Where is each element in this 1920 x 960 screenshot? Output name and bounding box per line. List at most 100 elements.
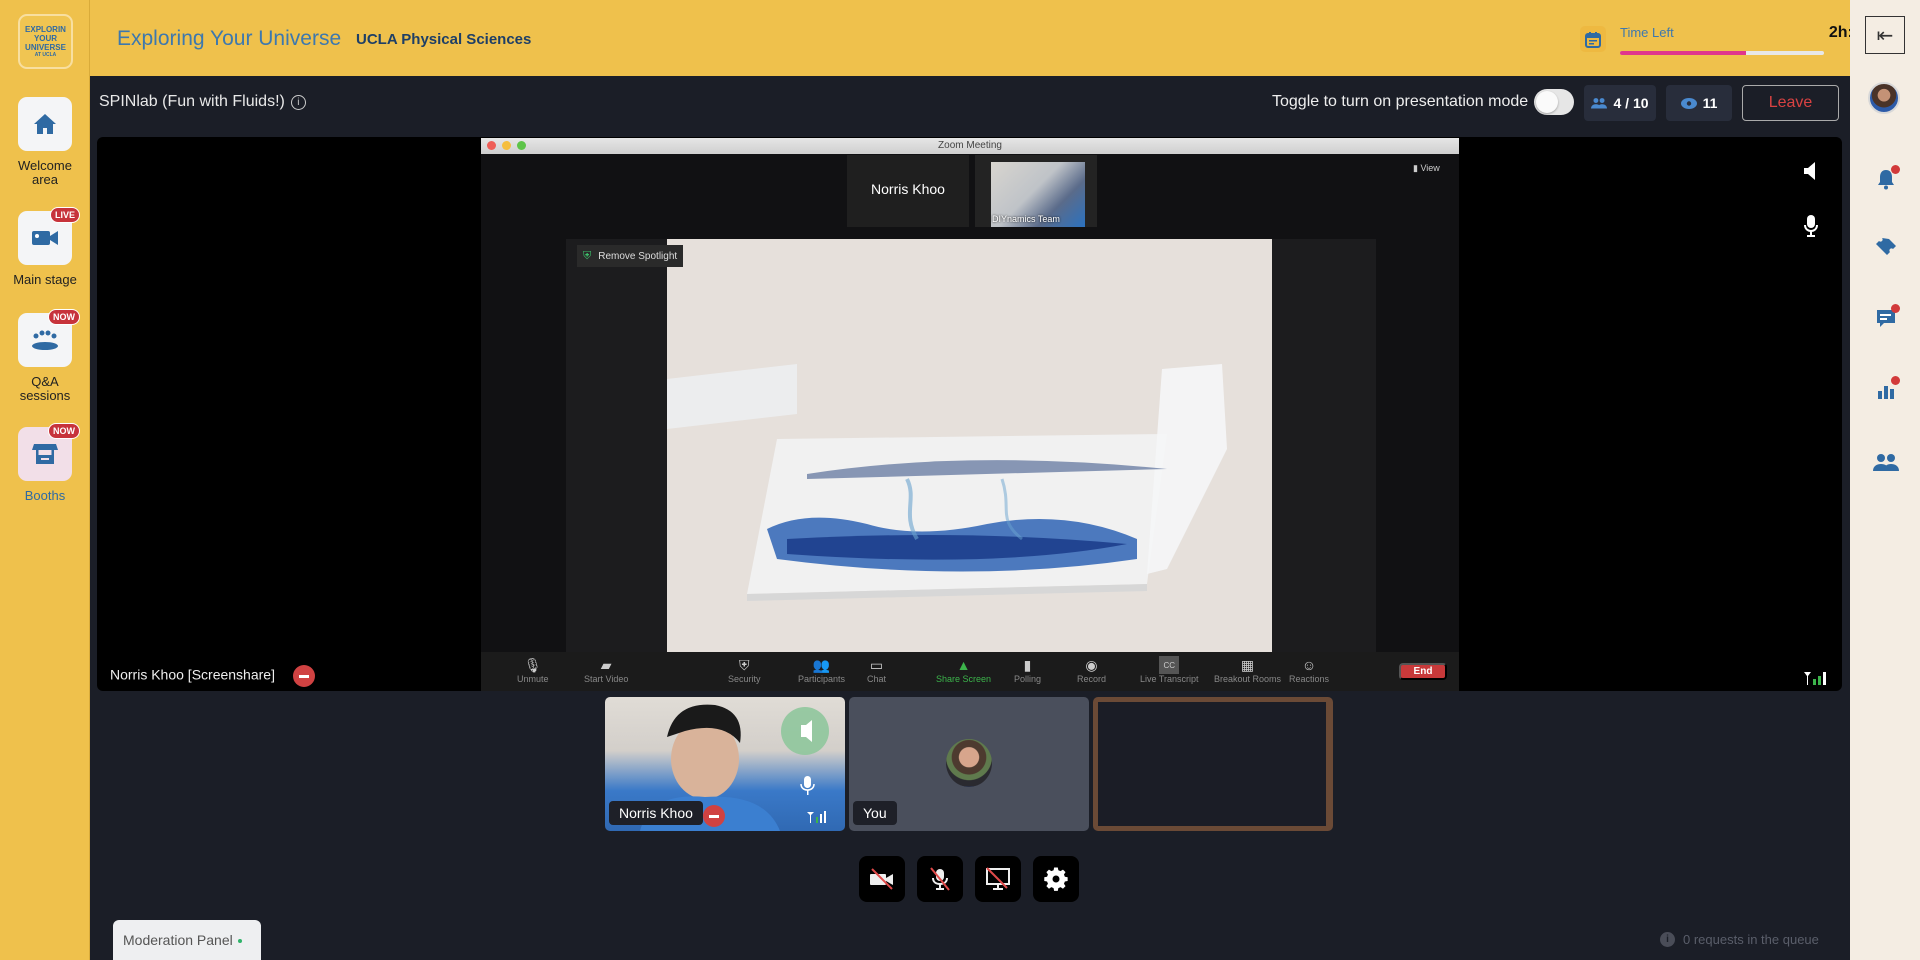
thumbnail-name: Norris Khoo bbox=[871, 181, 945, 197]
polls-button[interactable] bbox=[1872, 376, 1900, 404]
zoom-toolbar-start-video-button[interactable]: ▰ Start Video bbox=[584, 656, 629, 685]
attendees-value: 4 / 10 bbox=[1613, 95, 1649, 111]
remove-spotlight-button[interactable]: ⛨ Remove Spotlight bbox=[577, 245, 684, 267]
zoom-window-titlebar: Zoom Meeting bbox=[481, 138, 1459, 154]
participant-tile[interactable] bbox=[1093, 697, 1333, 831]
tickets-button[interactable] bbox=[1872, 232, 1900, 260]
moderation-panel-tab[interactable]: Moderation Panel bbox=[113, 920, 261, 960]
zoom-toolbar-record-button[interactable]: ◉ Record bbox=[1077, 656, 1106, 685]
window-controls bbox=[487, 141, 526, 150]
breakout-rooms-icon: ▦ bbox=[1240, 656, 1255, 673]
signal-strength bbox=[1804, 671, 1828, 690]
zoom-toolbar-polling-button[interactable]: ▮ Polling bbox=[1014, 656, 1042, 685]
right-rail: ⇤ bbox=[1850, 0, 1920, 960]
sidebar-item-box: NOW bbox=[18, 309, 80, 367]
participant-tile-self[interactable]: You bbox=[849, 697, 1089, 831]
zoom-toolbar-label: Start Video bbox=[584, 674, 629, 684]
mic-off-icon: 🎙 bbox=[523, 656, 542, 673]
mic-off-button[interactable] bbox=[917, 856, 963, 902]
sidebar-item-welcome-area[interactable]: Welcome area bbox=[0, 97, 90, 187]
mic-icon bbox=[1804, 215, 1818, 237]
time-left-progress-fill bbox=[1620, 51, 1747, 55]
sidebar-item-booths[interactable]: NOW Booths bbox=[0, 423, 90, 503]
zoom-toolbar-label: Breakout Rooms bbox=[1214, 674, 1282, 684]
zoom-toolbar-live-transcript-button[interactable]: CC Live Transcript bbox=[1140, 656, 1199, 684]
chat-icon: ▭ bbox=[869, 656, 884, 673]
screenshare-label: Norris Khoo [Screenshare] bbox=[110, 665, 315, 687]
sidebar-item-box: LIVE bbox=[18, 207, 80, 265]
info-icon: i bbox=[1660, 932, 1675, 947]
polling-icon: ▮ bbox=[1023, 656, 1032, 673]
presentation-mode-toggle[interactable] bbox=[1534, 89, 1574, 115]
leave-button[interactable]: Leave bbox=[1742, 85, 1839, 121]
speaker-icon bbox=[1804, 162, 1815, 180]
zoom-toolbar-label: Polling bbox=[1014, 674, 1042, 684]
cc-icon: CC bbox=[1159, 656, 1180, 674]
zoom-meeting-window: Zoom Meeting Norris Khoo DIYnamics Team … bbox=[481, 138, 1459, 691]
participant-avatar bbox=[946, 739, 992, 787]
people-button[interactable] bbox=[1872, 448, 1900, 476]
logo-sub: AT UCLA bbox=[34, 52, 57, 58]
notifications-button[interactable] bbox=[1872, 165, 1900, 193]
zoom-toolbar-breakout-rooms-button[interactable]: ▦ Breakout Rooms bbox=[1214, 656, 1282, 685]
left-sidebar: EXPLORIN YOUR UNIVERSE AT UCLA Welcome ar… bbox=[0, 0, 90, 960]
speaker-button[interactable] bbox=[1802, 161, 1816, 186]
settings-button[interactable] bbox=[1033, 856, 1079, 902]
record-icon: ◉ bbox=[1085, 656, 1098, 673]
zoom-toolbar-label: Security bbox=[728, 674, 761, 684]
booth-icon bbox=[32, 444, 58, 464]
close-dot bbox=[487, 141, 496, 150]
participant-tile[interactable]: Norris Khoo bbox=[605, 697, 845, 831]
zoom-toolbar-security-button[interactable]: ⛨ Security bbox=[728, 656, 761, 685]
remove-participant-button[interactable] bbox=[703, 805, 725, 827]
video-camera-icon bbox=[32, 231, 58, 245]
zoom-toolbar-label: Unmute bbox=[517, 674, 549, 684]
user-avatar[interactable] bbox=[1868, 82, 1900, 114]
people-icon bbox=[1591, 98, 1608, 109]
collapse-panel-button[interactable]: ⇤ bbox=[1865, 16, 1905, 54]
zoom-thumbnail: Norris Khoo bbox=[847, 155, 969, 227]
logo-line: YOUR bbox=[33, 34, 58, 43]
top-header: Exploring Your Universe UCLA Physical Sc… bbox=[90, 0, 1876, 76]
attendees-count[interactable]: 4 / 10 bbox=[1584, 85, 1656, 121]
calendar-button[interactable] bbox=[1580, 26, 1606, 52]
event-logo[interactable]: EXPLORIN YOUR UNIVERSE AT UCLA bbox=[18, 14, 73, 69]
view-button[interactable]: ▮ View bbox=[1413, 163, 1440, 174]
zoom-toolbar-label: Live Transcript bbox=[1140, 674, 1199, 684]
screenshare-off-button[interactable] bbox=[975, 856, 1021, 902]
status-dot bbox=[237, 939, 242, 944]
people-table-icon bbox=[32, 330, 58, 350]
chat-button[interactable] bbox=[1872, 304, 1900, 332]
zoom-toolbar-unmute-button[interactable]: 🎙 Unmute bbox=[517, 656, 549, 685]
toggle-knob bbox=[1536, 91, 1558, 113]
organization-name: UCLA Physical Sciences bbox=[356, 31, 532, 48]
ticket-icon bbox=[1876, 238, 1896, 255]
signal-icon bbox=[1804, 672, 1826, 685]
sidebar-item-label: Q&A sessions bbox=[19, 374, 71, 403]
viewers-count[interactable]: 11 bbox=[1666, 85, 1732, 121]
end-meeting-button[interactable]: End bbox=[1399, 663, 1447, 680]
queue-status: i 0 requests in the queue bbox=[1660, 932, 1819, 947]
sidebar-item-box: NOW bbox=[18, 423, 80, 481]
now-badge: NOW bbox=[48, 423, 80, 439]
zoom-toolbar-reactions-button[interactable]: ☺ Reactions bbox=[1289, 656, 1329, 684]
camera-off-button[interactable] bbox=[859, 856, 905, 902]
sidebar-item-qa-sessions[interactable]: NOW Q&A sessions bbox=[0, 309, 90, 403]
notification-dot bbox=[1891, 304, 1900, 313]
fluid-tank-image bbox=[667, 239, 1272, 652]
zoom-toolbar-participants-button[interactable]: 👥 Participants bbox=[798, 656, 845, 685]
remove-from-stage-button[interactable] bbox=[292, 665, 315, 687]
session-title: SPINlab (Fun with Fluids!) i bbox=[99, 93, 306, 111]
event-title: Exploring Your Universe bbox=[117, 27, 342, 50]
zoom-toolbar-share-screen-button[interactable]: ▲ Share Screen bbox=[936, 656, 991, 684]
spotlight-video bbox=[667, 239, 1272, 652]
sidebar-item-main-stage[interactable]: LIVE Main stage bbox=[0, 207, 90, 287]
thumbnail-name: DIYnamics Team bbox=[992, 214, 1060, 224]
queue-text: 0 requests in the queue bbox=[1683, 932, 1819, 947]
monitor-off-icon bbox=[986, 867, 1010, 890]
home-icon bbox=[34, 114, 56, 134]
info-icon[interactable]: i bbox=[290, 94, 306, 110]
zoom-toolbar-chat-button[interactable]: ▭ Chat bbox=[867, 656, 886, 685]
presentation-mode-label: Toggle to turn on presentation mode bbox=[1272, 93, 1529, 110]
mic-button[interactable] bbox=[1804, 215, 1818, 242]
